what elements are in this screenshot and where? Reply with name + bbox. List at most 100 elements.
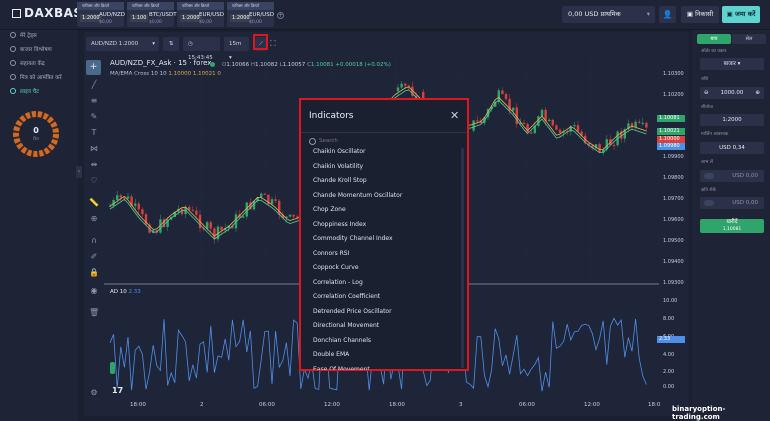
lock-icon[interactable]: 🔒 bbox=[89, 268, 99, 278]
leverage-value[interactable]: 1:2000 bbox=[700, 114, 764, 126]
take-profit-input[interactable]: USD 0,00 bbox=[700, 170, 764, 182]
order-type-select[interactable]: बाजार ▾ bbox=[700, 58, 764, 70]
candle-body bbox=[634, 121, 637, 128]
sidebar-item-market-analysis[interactable]: बाजार विश्लेषण bbox=[10, 45, 52, 53]
close-icon[interactable]: ✕ bbox=[450, 109, 459, 122]
channel-icon[interactable]: ≡ bbox=[89, 96, 99, 106]
stop-loss-input[interactable]: USD 0,00 bbox=[700, 197, 764, 209]
buy-button[interactable]: खरीदें 1,10081 bbox=[700, 219, 764, 233]
candle-body bbox=[270, 199, 274, 205]
withdraw-button[interactable]: ▣ निकासी bbox=[681, 6, 719, 23]
sidebar-item-live-chat[interactable]: लाइव चैट bbox=[10, 87, 39, 95]
divider bbox=[301, 132, 467, 133]
plus-icon[interactable]: ⊕ bbox=[755, 87, 760, 99]
time-tick: 18:00 bbox=[130, 402, 146, 408]
minus-icon[interactable]: ⊖ bbox=[704, 87, 709, 99]
eye-icon[interactable]: ◉ bbox=[89, 286, 99, 296]
magnet-icon[interactable]: ∩ bbox=[89, 236, 99, 246]
indicator-item[interactable]: Correlation - Log bbox=[313, 279, 363, 286]
candle-body bbox=[526, 124, 529, 133]
asset-tab[interactable]: फॉरेक्स और क्रिप्टो 1:2000 EUR/USD $0,00 bbox=[177, 2, 224, 27]
candle-body bbox=[126, 196, 130, 199]
price-tick: 1.10200 bbox=[663, 92, 684, 98]
sidebar-item-help-center[interactable]: सहायता केंद्र bbox=[10, 59, 45, 67]
sidebar-item-my-trades[interactable]: मेरे ट्रेड्स bbox=[10, 31, 37, 39]
scrollbar[interactable] bbox=[461, 148, 464, 368]
indicator-item[interactable]: Detrended Price Oscillator bbox=[313, 308, 392, 315]
compare-icon[interactable]: ⇅ bbox=[163, 37, 179, 51]
indicator-item[interactable]: Chande Kroll Stop bbox=[313, 177, 367, 184]
ad-tick: 10.00 bbox=[663, 298, 678, 304]
indicator-item[interactable]: Chop Zone bbox=[313, 206, 346, 213]
balance-selector[interactable]: 0,00 USD प्राथमिक ▾ bbox=[562, 6, 655, 23]
price-tag-ma: 1.10000 bbox=[657, 136, 685, 143]
trash-icon[interactable]: 🗑 bbox=[89, 308, 99, 318]
indicator-item[interactable]: Double EMA bbox=[313, 351, 349, 358]
pair-selector[interactable]: AUD/NZD 1:2000 ▾ bbox=[86, 37, 159, 51]
deposit-button[interactable]: ▣ जमा करें bbox=[722, 6, 760, 23]
user-icon[interactable]: 👤 bbox=[659, 6, 676, 23]
indicator-item[interactable]: Chaikin Volatility bbox=[313, 163, 363, 170]
ad-value-tag: 2.33 bbox=[657, 336, 685, 343]
asset-tab[interactable]: फॉरेक्स और क्रिप्टो 1:2000 EUR/USD $0,00 bbox=[227, 2, 274, 27]
search-icon bbox=[309, 138, 316, 145]
candle-body bbox=[141, 209, 144, 215]
analysis-icon bbox=[10, 46, 16, 52]
asset-tab[interactable]: फॉरेक्स और क्रिप्टो 1:100 BTC/USDT $0,00 bbox=[127, 2, 177, 27]
pencil-lock-icon[interactable]: ✐ bbox=[89, 252, 99, 262]
candle-body bbox=[137, 203, 140, 210]
tab-sell[interactable]: सेल bbox=[732, 34, 766, 44]
fullscreen-icon[interactable]: ⛶ bbox=[270, 39, 276, 49]
candle-body bbox=[472, 120, 475, 131]
candle-body bbox=[191, 210, 194, 212]
toggle[interactable] bbox=[704, 173, 714, 179]
time-tick: 2 bbox=[200, 402, 204, 408]
indicator-item[interactable]: Chaikin Oscillator bbox=[313, 148, 366, 155]
amount-stepper[interactable]: ⊖ 1000.00 ⊕ bbox=[700, 87, 764, 99]
trendline-icon[interactable]: ╱ bbox=[89, 80, 99, 90]
highlight-indicators-button bbox=[253, 34, 268, 50]
margin-value: USD 0,34 bbox=[700, 142, 764, 154]
indicator-item[interactable]: Coppock Curve bbox=[313, 264, 359, 271]
price-tick: 1.10300 bbox=[663, 71, 684, 77]
candle-body bbox=[501, 90, 504, 95]
pattern-icon[interactable]: ⋈ bbox=[89, 144, 99, 154]
candle-body bbox=[292, 214, 295, 217]
candle-body bbox=[400, 83, 403, 88]
indicator-item[interactable]: Directional Movement bbox=[313, 322, 379, 329]
sidebar-item-invite-friend[interactable]: मित्र को आमंत्रित करें bbox=[10, 73, 62, 81]
candle-body bbox=[288, 214, 292, 217]
prediction-icon[interactable]: ⇹ bbox=[89, 160, 99, 170]
panel-resize-handle[interactable] bbox=[110, 362, 115, 374]
indicator-item[interactable]: Donchian Channels bbox=[313, 337, 371, 344]
toggle[interactable] bbox=[704, 200, 714, 206]
candle-body bbox=[573, 125, 576, 127]
take-profit-label: लाभ लें bbox=[701, 160, 713, 165]
indicator-item[interactable]: Chande Momentum Oscillator bbox=[313, 192, 402, 199]
collapse-sidebar-icon[interactable]: ‹ bbox=[76, 166, 82, 178]
indicator-item[interactable]: Commodity Channel Index bbox=[313, 235, 393, 242]
favorite-icon[interactable]: ♡ bbox=[89, 176, 99, 186]
candle-body bbox=[540, 109, 544, 117]
text-icon[interactable]: T bbox=[89, 128, 99, 138]
brush-icon[interactable]: ✎ bbox=[89, 112, 99, 122]
ruler-icon[interactable]: 📏 bbox=[89, 198, 99, 208]
indicator-item[interactable]: Ease Of Movement bbox=[313, 366, 370, 370]
asset-tab[interactable]: फॉरेक्स और क्रिप्टो 1:2000 AUD/NZD $0,00 bbox=[77, 2, 125, 27]
indicator-item[interactable]: Connors RSI bbox=[313, 250, 349, 257]
indicator-item[interactable]: Choppiness Index bbox=[313, 221, 366, 228]
indicator-item[interactable]: Correlation Coefficient bbox=[313, 293, 380, 300]
settings-icon[interactable]: ⚙ bbox=[89, 388, 99, 398]
add-tab-icon[interactable]: + bbox=[277, 12, 284, 19]
tab-buy[interactable]: बाय bbox=[697, 34, 731, 44]
interval-selector[interactable]: 15m ▾ bbox=[224, 37, 249, 61]
price-tag-current: 1.10081 bbox=[657, 115, 685, 122]
zoom-icon[interactable]: ⊕ bbox=[89, 214, 99, 224]
crosshair-icon[interactable]: + bbox=[86, 60, 101, 75]
search-input[interactable] bbox=[319, 136, 459, 146]
watermark: binaryoption-trading.com bbox=[672, 405, 726, 421]
clock-display: ◷ 15:43:45 bbox=[183, 37, 220, 61]
clock-icon: ◷ bbox=[188, 41, 193, 47]
candle-body bbox=[476, 120, 479, 122]
tradingview-logo: 17 bbox=[112, 386, 124, 395]
